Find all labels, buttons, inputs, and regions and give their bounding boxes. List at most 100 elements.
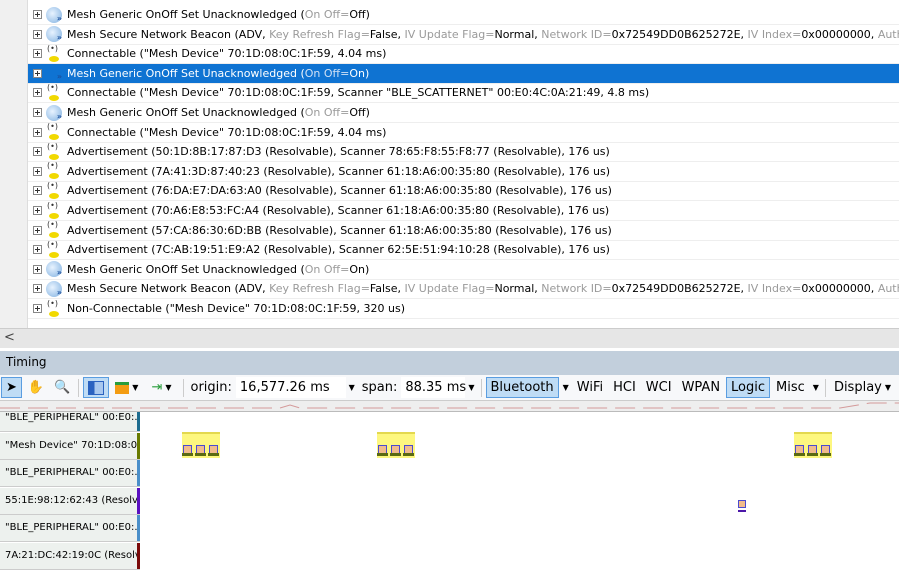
span-dropdown-icon[interactable]: ▼	[468, 383, 474, 392]
packet-row[interactable]: » Mesh Generic OnOff Set Unacknowledged (…	[28, 5, 899, 25]
span-input[interactable]: 88.35 ms	[401, 377, 466, 398]
packet-block[interactable]	[377, 432, 415, 458]
packet-row[interactable]: Advertisement (7C:AB:19:51:E9:A2 (Resolv…	[28, 240, 899, 261]
field-value: Advertisement (57:CA:86:30:6D:BB (Resolv…	[67, 223, 612, 237]
packet-summary: Advertisement (57:CA:86:30:6D:BB (Resolv…	[67, 224, 612, 237]
field-name: Authentication Val	[877, 27, 899, 41]
field-value: False,	[369, 27, 405, 41]
expand-icon[interactable]	[33, 304, 42, 313]
field-value: Advertisement (50:1D:8B:17:87:D3 (Resolv…	[67, 145, 610, 159]
select-tool-button[interactable]: ➤	[1, 377, 22, 398]
filter-wci-button[interactable]: WCI	[642, 377, 676, 398]
advertisement-icon	[45, 161, 63, 180]
packet-summary: Mesh Generic OnOff Set Unacknowledged (O…	[67, 106, 370, 119]
advertisement-icon	[45, 181, 63, 200]
packet-row-partial[interactable]	[28, 319, 899, 328]
packet-row[interactable]: » Mesh Generic OnOff Set Unacknowledged (…	[28, 260, 899, 280]
timeline-lane-label[interactable]: "Mesh Device" 70:1D:08:0...	[0, 432, 140, 460]
expand-icon[interactable]	[33, 284, 42, 294]
lane-label: 55:1E:98:12:62:43 (Resolv ...	[5, 494, 140, 506]
packet-row[interactable]: Connectable ("Mesh Device" 70:1D:08:0C:1…	[28, 44, 899, 65]
packet-row[interactable]: Advertisement (50:1D:8B:17:87:D3 (Resolv…	[28, 142, 899, 163]
expand-icon[interactable]	[33, 206, 42, 215]
chevron-down-icon[interactable]: ▼	[813, 383, 819, 392]
field-value: On)	[349, 66, 370, 80]
chevron-down-icon[interactable]: ▼	[563, 383, 569, 392]
field-value: Mesh Generic OnOff Set Unacknowledged (	[67, 262, 305, 276]
lane-label: "BLE_PERIPHERAL" 00:E0:...	[5, 467, 140, 478]
field-value: Advertisement (7A:41:3D:87:40:23 (Resolv…	[67, 164, 611, 178]
lane-label: 7A:21:DC:42:19:0C (Resolv ...	[5, 549, 140, 561]
packet-block[interactable]	[794, 432, 832, 458]
field-value: Advertisement (76:DA:E7:DA:63:A0 (Resolv…	[67, 184, 612, 198]
expand-icon[interactable]	[33, 245, 42, 255]
timeline-ruler[interactable]	[0, 400, 899, 412]
marker-button[interactable]: ▼	[111, 377, 145, 398]
advertisement-icon	[45, 220, 63, 239]
filter-logic-button[interactable]: Logic	[726, 377, 771, 398]
pointer-icon: ➤	[6, 380, 17, 395]
packet-row[interactable]: Non-Connectable ("Mesh Device" 70:1D:08:…	[28, 299, 899, 319]
origin-label: origin:	[190, 380, 232, 395]
expand-icon[interactable]	[33, 68, 42, 78]
filter-wpan-button[interactable]: WPAN	[678, 377, 724, 398]
divider	[78, 378, 80, 397]
expand-icon[interactable]	[33, 29, 42, 39]
expand-icon[interactable]	[33, 127, 42, 137]
packet-row[interactable]: Advertisement (57:CA:86:30:6D:BB (Resolv…	[28, 220, 899, 241]
timeline-lane-label[interactable]: "BLE_PERIPHERAL" 00:E0:...	[0, 460, 140, 487]
origin-input[interactable]: 16,577.26 ms	[235, 377, 346, 398]
pan-tool-button[interactable]: ✋	[24, 377, 48, 398]
packet-block[interactable]	[738, 500, 746, 512]
expand-icon[interactable]	[33, 225, 42, 235]
packet-row[interactable]: Advertisement (7A:41:3D:87:40:23 (Resolv…	[28, 161, 899, 182]
horizontal-scrollbar[interactable]: <	[0, 328, 899, 348]
expand-icon[interactable]	[33, 166, 42, 176]
packet-row[interactable]: » Mesh Generic OnOff Set Unacknowledged (…	[28, 63, 899, 84]
packet-row[interactable]: Advertisement (70:A6:E8:53:FC:A4 (Resolv…	[28, 201, 899, 221]
expand-icon[interactable]	[33, 108, 42, 117]
field-value: Mesh Generic OnOff Set Unacknowledged (	[67, 66, 305, 80]
timeline-lane-label[interactable]: "BLE_PERIPHERAL" 00:E0:...	[0, 515, 140, 542]
hand-icon: ✋	[27, 380, 45, 395]
mesh-packet-icon: »	[45, 6, 63, 24]
split-view-button[interactable]	[83, 377, 110, 398]
expand-icon[interactable]	[33, 186, 42, 196]
field-value: False,	[369, 282, 405, 296]
timeline-lane-label[interactable]: "BLE_PERIPHERAL" 00:E0:...	[0, 412, 140, 432]
packet-row[interactable]: » Mesh Generic OnOff Set Unacknowledged (…	[28, 103, 899, 123]
divider	[182, 378, 184, 397]
advertisement-icon	[45, 201, 63, 220]
expand-icon[interactable]	[33, 88, 42, 98]
filter-wifi-button[interactable]: WiFi	[573, 377, 607, 398]
expand-icon[interactable]	[33, 147, 42, 157]
packet-row[interactable]: Advertisement (76:DA:E7:DA:63:A0 (Resolv…	[28, 181, 899, 202]
mesh-packet-icon: »	[56, 72, 62, 82]
packet-row[interactable]: Connectable ("Mesh Device" 70:1D:08:0C:1…	[28, 83, 899, 104]
display-menu-button[interactable]: Display ▼	[830, 377, 898, 398]
field-value: Mesh Generic OnOff Set Unacknowledged (	[67, 106, 305, 119]
display-label: Display	[833, 380, 882, 395]
field-value: 0x00000000,	[801, 282, 878, 296]
packet-row[interactable]: » Mesh Secure Network Beacon (ADV, Key Re…	[28, 279, 899, 300]
filter-misc-button[interactable]: Misc	[772, 377, 809, 398]
filter-bluetooth-button[interactable]: Bluetooth	[485, 377, 559, 398]
packet-block[interactable]	[182, 432, 220, 458]
packet-row[interactable]: Connectable ("Mesh Device" 70:1D:08:0C:1…	[28, 122, 899, 143]
filter-hci-button[interactable]: HCI	[609, 377, 640, 398]
field-value: Mesh Secure Network Beacon (ADV,	[67, 27, 270, 41]
align-button[interactable]: ⇥ ▼	[147, 377, 178, 398]
timeline-lane-label[interactable]: 55:1E:98:12:62:43 (Resolv ...	[0, 487, 140, 515]
columns-icon	[88, 380, 105, 395]
scroll-left-icon[interactable]: <	[4, 330, 15, 345]
packet-summary: Mesh Generic OnOff Set Unacknowledged ( O…	[67, 67, 369, 80]
expand-icon[interactable]	[33, 264, 42, 274]
expand-icon[interactable]	[33, 49, 42, 59]
packet-row[interactable]: » Mesh Secure Network Beacon (ADV, Key Re…	[28, 25, 899, 45]
zoom-tool-button[interactable]: 🔍	[50, 377, 74, 398]
field-name: On Off=	[304, 106, 350, 119]
expand-icon[interactable]	[33, 10, 42, 19]
origin-dropdown-icon[interactable]: ▼	[349, 383, 355, 392]
timeline-lane-label[interactable]: 7A:21:DC:42:19:0C (Resolv ...	[0, 542, 140, 570]
field-name: Network ID=	[541, 27, 612, 41]
